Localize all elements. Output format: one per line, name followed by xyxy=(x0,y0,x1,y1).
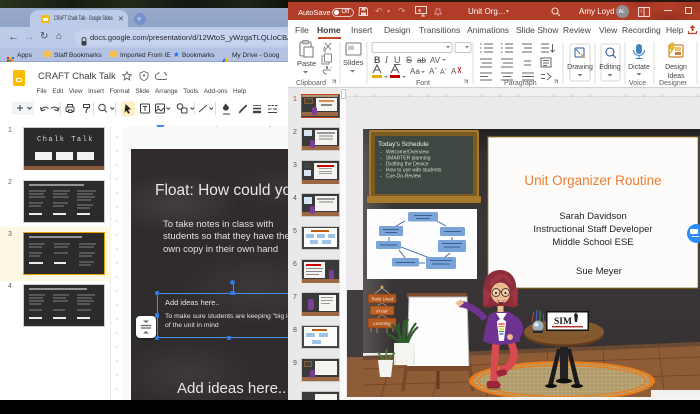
svg-text:Paragraph: Paragraph xyxy=(504,80,537,87)
svg-text:Clipboard: Clipboard xyxy=(296,80,326,87)
svg-text:Slides: Slides xyxy=(343,58,364,67)
svg-text:S: S xyxy=(406,55,412,65)
svg-text:Editing: Editing xyxy=(599,64,621,71)
svg-text:Instructional Staff Developer: Instructional Staff Developer xyxy=(533,224,652,235)
svg-text:SIM: SIM xyxy=(554,317,572,327)
svg-text:Aˇ: Aˇ xyxy=(440,69,448,76)
svg-text:Aa: Aa xyxy=(410,67,420,76)
svg-text:Font: Font xyxy=(416,80,430,87)
svg-text:Designer: Designer xyxy=(659,80,688,87)
svg-text:Design: Design xyxy=(665,64,687,71)
svg-text:Dictate: Dictate xyxy=(628,64,650,71)
svg-text:I: I xyxy=(384,55,389,65)
svg-text:Today's Schedule: Today's Schedule xyxy=(378,141,429,148)
svg-text:In our: In our xyxy=(376,309,388,314)
svg-text:U: U xyxy=(394,55,401,65)
svg-text:Aˆ: Aˆ xyxy=(429,67,437,76)
svg-text:B: B xyxy=(374,55,381,65)
svg-text:Sue Meyer: Sue Meyer xyxy=(576,266,622,277)
svg-text:Voice: Voice xyxy=(629,80,646,87)
svg-text:Learning: Learning xyxy=(373,321,391,326)
svg-text:ab: ab xyxy=(417,56,426,65)
svg-text:- Cue-Do-Review: - Cue-Do-Review xyxy=(380,174,422,180)
svg-text:Ideas: Ideas xyxy=(667,73,685,80)
svg-text:Paste: Paste xyxy=(297,59,316,68)
svg-text:Tools Used: Tools Used xyxy=(371,297,394,302)
svg-text:Unit Organizer Routine: Unit Organizer Routine xyxy=(524,173,661,188)
svg-text:Middle School ESE: Middle School ESE xyxy=(552,237,633,248)
svg-text:AV: AV xyxy=(430,56,441,65)
svg-text:A: A xyxy=(451,67,457,76)
svg-text:Drawing: Drawing xyxy=(567,64,593,71)
svg-text:Sarah Davidson: Sarah Davidson xyxy=(559,211,627,222)
